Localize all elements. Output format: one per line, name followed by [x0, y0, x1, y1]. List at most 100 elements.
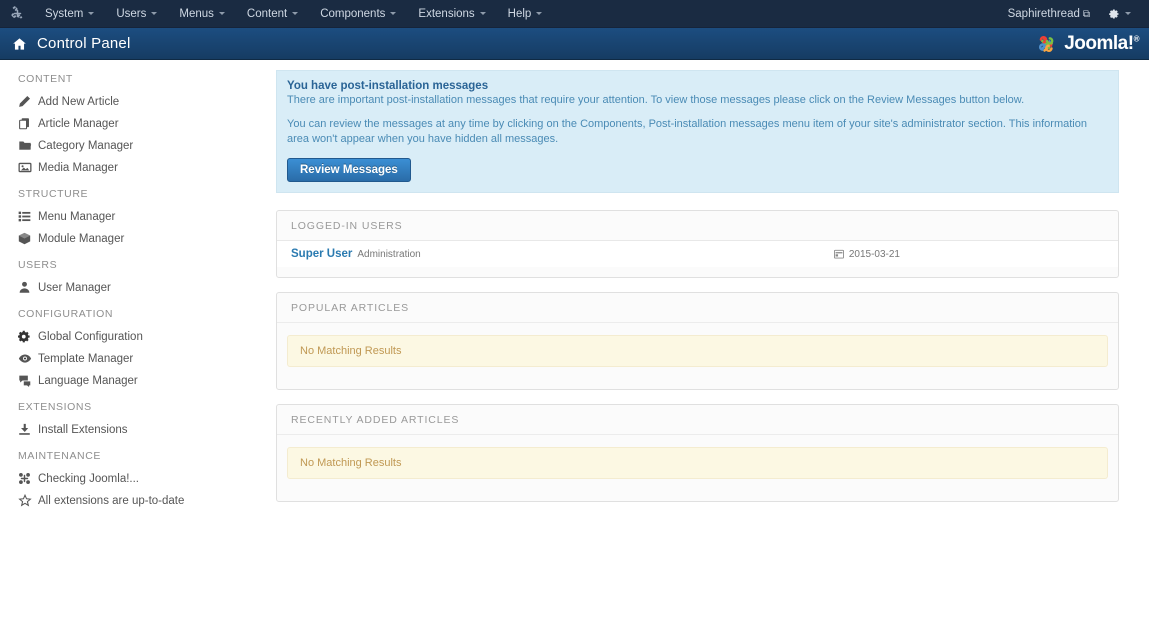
joomla-logo-text: Joomla!®	[1064, 32, 1140, 54]
sidebar-item-language-manager[interactable]: Language Manager	[0, 370, 276, 391]
topbar-right-area: Saphirethread ⧉	[1002, 0, 1149, 28]
sidebar-item-label: Checking Joomla!...	[38, 472, 139, 485]
sidebar-item-label: Category Manager	[38, 139, 134, 152]
sidebar-item-label: Article Manager	[38, 117, 119, 130]
sidebar-group-configuration: CONFIGURATION Global Configuration Templ…	[0, 308, 276, 391]
home-icon[interactable]	[12, 37, 27, 51]
sidebar-item-label: Menu Manager	[38, 210, 116, 223]
sidebar-item-media-manager[interactable]: Media Manager	[0, 157, 276, 178]
sidebar-item-label: Language Manager	[38, 374, 138, 387]
sidebar-item-label: Add New Article	[38, 95, 120, 108]
chevron-down-icon	[292, 11, 299, 15]
image-icon	[18, 161, 38, 174]
sidebar-item-install-extensions[interactable]: Install Extensions	[0, 419, 276, 440]
sidebar-group-maintenance: MAINTENANCE Checking Joomla!... All exte…	[0, 450, 276, 511]
menu-item-extensions[interactable]: Extensions	[407, 0, 496, 28]
sidebar-heading-structure: STRUCTURE	[18, 188, 89, 200]
sidebar-item-add-new-article[interactable]: Add New Article	[0, 91, 276, 112]
user-name[interactable]: Super User	[291, 248, 352, 260]
sidebar-group-users: USERS User Manager	[0, 259, 276, 298]
sidebar-item-label: Module Manager	[38, 232, 125, 245]
menu-label: Help	[507, 7, 532, 20]
calendar-icon	[833, 249, 844, 259]
alert-paragraph-1: There are important post-installation me…	[287, 94, 1025, 106]
post-installation-alert: You have post-installation messages Ther…	[276, 70, 1119, 193]
alert-paragraph-2: You can review the messages at any time …	[287, 118, 1087, 145]
page-title: Control Panel	[37, 35, 131, 52]
site-name-label: Saphirethread	[1007, 7, 1080, 20]
menu-label: Components	[320, 7, 386, 20]
menu-item-help[interactable]: Help	[497, 0, 554, 28]
options-menu-button[interactable]	[1096, 0, 1139, 28]
user-role: Administration	[357, 248, 421, 260]
site-name-link[interactable]: Saphirethread ⧉	[1002, 0, 1096, 28]
chevron-down-icon	[390, 11, 397, 15]
date-text: 2015-03-21	[848, 248, 900, 260]
chevron-down-icon	[479, 11, 486, 15]
sidebar-heading-extensions: EXTENSIONS	[18, 401, 92, 413]
joomla-mark-icon	[1039, 35, 1054, 52]
sidebar-heading-content: CONTENT	[18, 73, 73, 85]
sidebar-item-menu-manager[interactable]: Menu Manager	[0, 206, 276, 227]
sidebar-item-label: Global Configuration	[38, 330, 143, 343]
empty-state-message: No Matching Results	[287, 335, 1108, 367]
menu-item-users[interactable]: Users	[105, 0, 168, 28]
sidebar-item-checking-joomla[interactable]: Checking Joomla!...	[0, 468, 276, 489]
panel-body: Super User Administration 2015-03-21	[277, 240, 1118, 277]
menu-item-system[interactable]: System	[34, 0, 105, 28]
sidebar-item-label: User Manager	[38, 281, 111, 294]
sidebar-heading-configuration: CONFIGURATION	[18, 308, 114, 320]
main-menu: System Users Menus Content Components Ex…	[34, 0, 553, 28]
sidebar-group-content: CONTENT Add New Article Article Manager …	[0, 73, 276, 178]
joomla-x-icon[interactable]	[0, 6, 34, 21]
menu-label: Extensions	[418, 7, 475, 20]
copy-icon	[18, 117, 38, 130]
empty-state-message: No Matching Results	[287, 447, 1108, 479]
chevron-down-icon	[218, 11, 225, 15]
table-row[interactable]: Super User Administration 2015-03-21	[277, 240, 1118, 267]
sidebar-item-module-manager[interactable]: Module Manager	[0, 228, 276, 249]
panel-body: No Matching Results	[277, 322, 1118, 389]
pencil-icon	[18, 95, 38, 108]
eye-icon	[18, 352, 38, 365]
registered-mark: ®	[1133, 34, 1140, 44]
sidebar-item-category-manager[interactable]: Category Manager	[0, 135, 276, 156]
external-link-icon: ⧉	[1082, 8, 1090, 20]
sidebar-group-structure: STRUCTURE Menu Manager Module Manager	[0, 188, 276, 249]
panel-body: No Matching Results	[277, 434, 1118, 501]
menu-label: Menus	[179, 7, 214, 20]
sidebar-item-template-manager[interactable]: Template Manager	[0, 348, 276, 369]
gear-icon	[18, 330, 38, 343]
folder-open-icon	[18, 139, 38, 152]
user-last-activity: 2015-03-21	[833, 248, 1108, 260]
popular-articles-panel: POPULAR ARTICLES No Matching Results	[276, 292, 1119, 390]
menu-item-components[interactable]: Components	[309, 0, 407, 28]
joomla-logo: Joomla!®	[1034, 31, 1140, 57]
sidebar-item-article-manager[interactable]: Article Manager	[0, 113, 276, 134]
main-content: You have post-installation messages Ther…	[276, 60, 1149, 643]
sidebar-item-extensions-up-to-date[interactable]: All extensions are up-to-date	[0, 490, 276, 511]
sidebar-heading-users: USERS	[18, 259, 58, 271]
list-icon	[18, 210, 38, 223]
panel-title: POPULAR ARTICLES	[277, 293, 1118, 322]
sidebar-item-user-manager[interactable]: User Manager	[0, 277, 276, 298]
menu-label: System	[45, 7, 84, 20]
comments-icon	[18, 374, 38, 387]
panel-title: RECENTLY ADDED ARTICLES	[277, 405, 1118, 434]
review-messages-button[interactable]: Review Messages	[287, 158, 411, 182]
panel-title: LOGGED-IN USERS	[277, 211, 1118, 240]
sidebar-item-global-configuration[interactable]: Global Configuration	[0, 326, 276, 347]
sidebar-item-label: All extensions are up-to-date	[38, 494, 185, 507]
sidebar: CONTENT Add New Article Article Manager …	[0, 60, 276, 643]
menu-item-menus[interactable]: Menus	[168, 0, 236, 28]
logged-in-users-panel: LOGGED-IN USERS Super User Administratio…	[276, 210, 1119, 278]
joomla-x-icon	[18, 472, 38, 485]
menu-label: Content	[246, 7, 288, 20]
chevron-down-icon	[88, 11, 95, 15]
user-icon	[18, 281, 38, 294]
menu-label: Users	[116, 7, 147, 20]
chevron-down-icon	[1125, 12, 1131, 15]
chevron-down-icon	[536, 11, 543, 15]
menu-item-content[interactable]: Content	[236, 0, 309, 28]
download-icon	[18, 423, 38, 436]
